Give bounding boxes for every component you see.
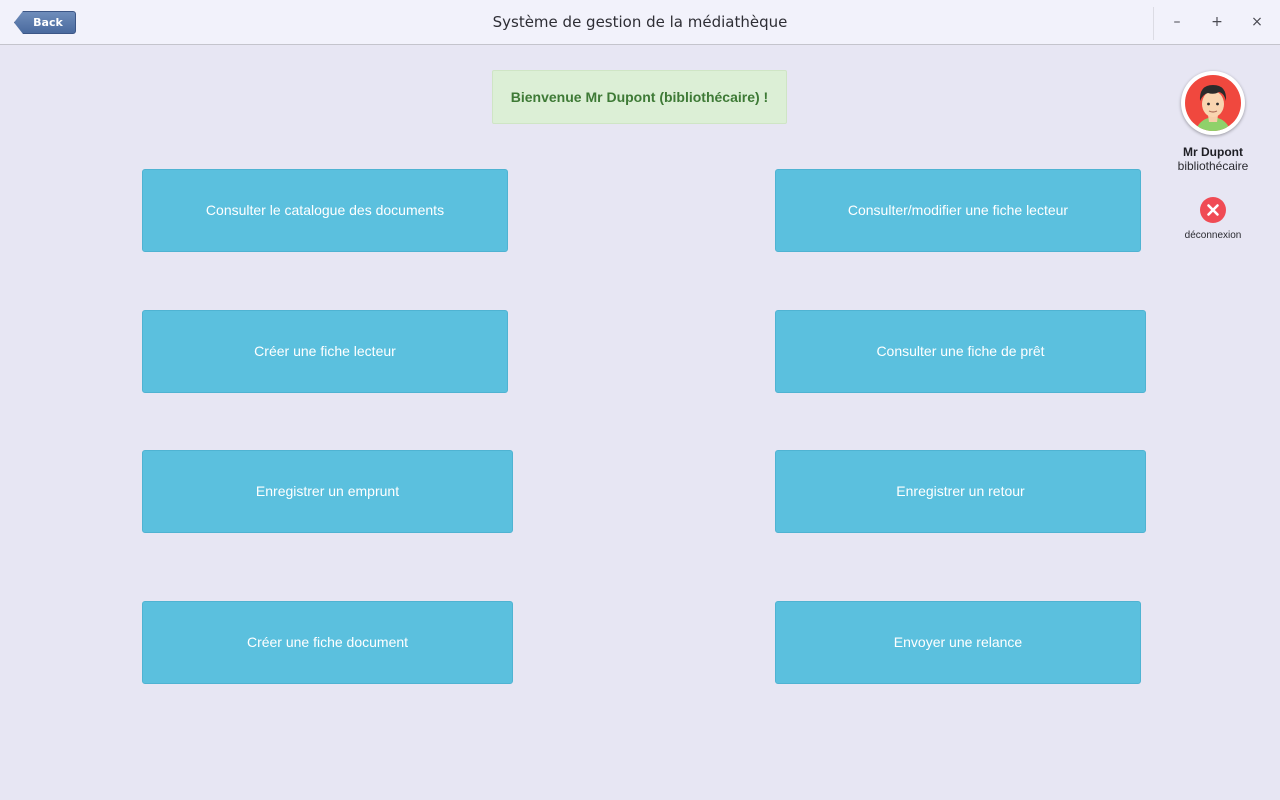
user-role: bibliothécaire	[1177, 159, 1249, 173]
send-reminder-button[interactable]: Envoyer une relance	[775, 601, 1141, 684]
window-title: Système de gestion de la médiathèque	[492, 13, 788, 31]
maximize-button[interactable]: +	[1207, 12, 1227, 32]
close-window-button[interactable]: ×	[1247, 12, 1267, 32]
logout-label: déconnexion	[1184, 230, 1242, 241]
consult-loan-card-button[interactable]: Consulter une fiche de prêt	[775, 310, 1146, 393]
create-document-card-button[interactable]: Créer une fiche document	[142, 601, 513, 684]
user-name: Mr Dupont	[1183, 145, 1243, 159]
title-bar-divider	[1153, 7, 1154, 40]
consult-modify-reader-card-button[interactable]: Consulter/modifier une fiche lecteur	[775, 169, 1141, 252]
user-avatar-icon	[1181, 71, 1245, 135]
register-loan-button[interactable]: Enregistrer un emprunt	[142, 450, 513, 533]
back-button[interactable]: Back	[14, 11, 76, 34]
create-reader-card-button[interactable]: Créer une fiche lecteur	[142, 310, 508, 393]
logout-button[interactable]: déconnexion	[1160, 196, 1266, 244]
register-return-button[interactable]: Enregistrer un retour	[775, 450, 1146, 533]
welcome-banner: Bienvenue Mr Dupont (bibliothécaire) !	[492, 70, 787, 124]
title-bar: Back Système de gestion de la médiathèqu…	[0, 0, 1280, 45]
minimize-button[interactable]: –	[1167, 12, 1187, 32]
consult-catalogue-button[interactable]: Consulter le catalogue des documents	[142, 169, 508, 252]
close-circle-icon[interactable]	[1200, 197, 1226, 223]
